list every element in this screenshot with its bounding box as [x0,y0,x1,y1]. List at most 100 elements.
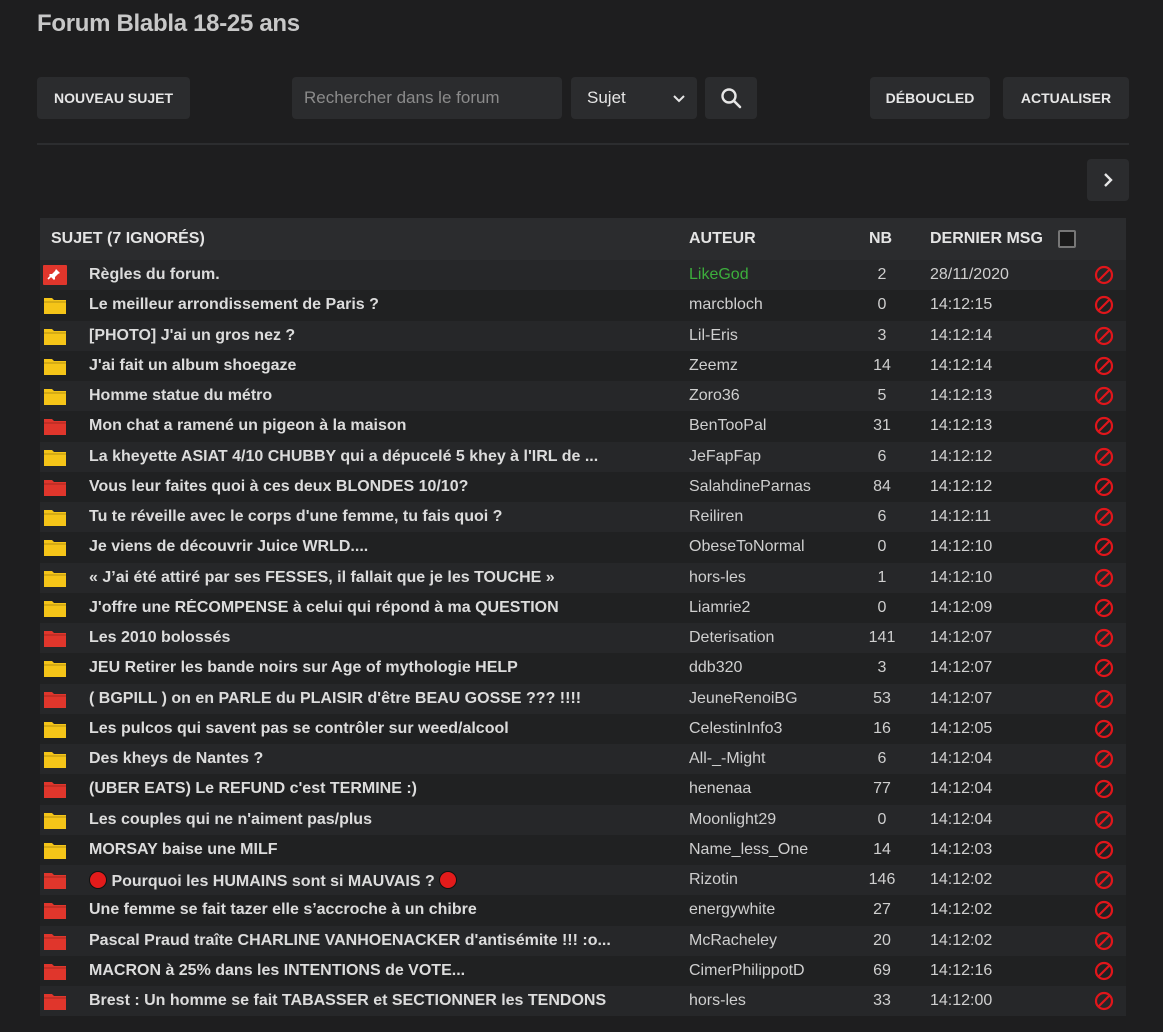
table-row[interactable]: Pascal Praud traîte CHARLINE VANHOENACKE… [40,925,1126,956]
topic-title-link[interactable]: Tu te réveille avec le corps d'une femme… [89,508,659,526]
table-row[interactable]: Une femme se fait tazer elle s’accroche … [40,895,1126,926]
topic-last-message[interactable]: 14:12:13 [930,417,992,435]
search-scope-select[interactable]: Sujet [571,77,697,119]
topic-title-link[interactable]: Le meilleur arrondissement de Paris ? [89,296,659,314]
topic-author[interactable]: BenTooPal [689,417,766,435]
table-row[interactable]: La kheyette ASIAT 4/10 CHUBBY qui a dépu… [40,441,1126,472]
topic-last-message[interactable]: 14:12:02 [930,932,992,950]
topic-last-message[interactable]: 14:12:02 [930,871,992,889]
topic-title-link[interactable]: Mon chat a ramené un pigeon à la maison [89,417,659,435]
topic-last-message[interactable]: 14:12:07 [930,690,992,708]
topic-title-link[interactable]: Une femme se fait tazer elle s’accroche … [89,901,659,919]
table-row[interactable]: Le meilleur arrondissement de Paris ? mar… [40,290,1126,321]
block-icon[interactable] [1094,749,1114,769]
table-row[interactable]: Brest : Un homme se fait TABASSER et SEC… [40,986,1126,1017]
topic-title-link[interactable]: Brest : Un homme se fait TABASSER et SEC… [89,992,659,1010]
search-button[interactable] [705,77,757,119]
topic-last-message[interactable]: 14:12:00 [930,992,992,1010]
next-page-button[interactable] [1087,159,1129,201]
topic-author[interactable]: Reiliren [689,508,743,526]
topic-last-message[interactable]: 14:12:04 [930,750,992,768]
topic-author[interactable]: CelestinInfo3 [689,720,782,738]
topic-title-link[interactable]: MACRON à 25% dans les INTENTIONS de VOTE… [89,962,659,980]
block-icon[interactable] [1094,537,1114,557]
table-row[interactable]: Je viens de découvrir Juice WRLD.... Obes… [40,532,1126,563]
block-icon[interactable] [1094,689,1114,709]
block-icon[interactable] [1094,598,1114,618]
block-icon[interactable] [1094,840,1114,860]
topic-author[interactable]: Zeemz [689,357,738,375]
table-row[interactable]: ( BGPILL ) on en PARLE du PLAISIR d'être… [40,683,1126,714]
topic-last-message[interactable]: 14:12:09 [930,599,992,617]
block-icon[interactable] [1094,295,1114,315]
table-row[interactable]: Règles du forum. LikeGod 2 28/11/2020 [40,260,1126,291]
topic-title-link[interactable]: Vous leur faites quoi à ces deux BLONDES… [89,478,659,496]
topic-last-message[interactable]: 14:12:05 [930,720,992,738]
topic-author[interactable]: henenaa [689,780,751,798]
table-row[interactable]: Les couples qui ne n'aiment pas/plus Moon… [40,804,1126,835]
block-icon[interactable] [1094,719,1114,739]
topic-author[interactable]: energywhite [689,901,775,919]
topic-title-link[interactable]: Les pulcos qui savent pas se contrôler s… [89,720,659,738]
block-icon[interactable] [1094,265,1114,285]
topic-title-link[interactable]: Les 2010 bolossés [89,629,659,647]
table-row[interactable]: Pourquoi les HUMAINS sont si MAUVAIS ? R… [40,865,1126,896]
block-icon[interactable] [1094,386,1114,406]
topic-last-message[interactable]: 14:12:02 [930,901,992,919]
topic-last-message[interactable]: 14:12:14 [930,357,992,375]
topic-last-message[interactable]: 14:12:10 [930,538,992,556]
block-icon[interactable] [1094,991,1114,1011]
block-icon[interactable] [1094,507,1114,527]
topic-author[interactable]: SalahdineParnas [689,478,811,496]
block-icon[interactable] [1094,416,1114,436]
block-icon[interactable] [1094,356,1114,376]
refresh-button[interactable]: ACTUALISER [1003,77,1129,119]
topic-author[interactable]: McRacheley [689,932,777,950]
topic-author[interactable]: All-_-Might [689,750,765,768]
topic-author[interactable]: Moonlight29 [689,811,776,829]
topic-title-link[interactable]: J'ai fait un album shoegaze [89,357,659,375]
table-row[interactable]: Mon chat a ramené un pigeon à la maison B… [40,411,1126,442]
topic-title-link[interactable]: Les couples qui ne n'aiment pas/plus [89,811,659,829]
table-row[interactable]: (UBER EATS) Le REFUND c'est TERMINE :) he… [40,774,1126,805]
topic-author[interactable]: JeFapFap [689,448,761,466]
block-icon[interactable] [1094,326,1114,346]
table-row[interactable]: J'offre une RÉCOMPENSE à celui qui répon… [40,592,1126,623]
topic-title-link[interactable]: (UBER EATS) Le REFUND c'est TERMINE :) [89,780,659,798]
topic-author[interactable]: Name_less_One [689,841,808,859]
table-row[interactable]: JEU Retirer les bande noirs sur Age of m… [40,653,1126,684]
topic-title-link[interactable]: [PHOTO] J'ai un gros nez ? [89,327,659,345]
block-icon[interactable] [1094,628,1114,648]
topic-title-link[interactable]: J'offre une RÉCOMPENSE à celui qui répon… [89,599,659,617]
topic-last-message[interactable]: 14:12:04 [930,780,992,798]
topic-author[interactable]: LikeGod [689,266,749,284]
table-row[interactable]: Les 2010 bolossés Deterisation 141 14:12:07 [40,623,1126,654]
topic-author[interactable]: Deterisation [689,629,774,647]
block-icon[interactable] [1094,931,1114,951]
search-input[interactable] [292,77,562,119]
topic-title-link[interactable]: « J’ai été attiré par ses FESSES, il fal… [89,569,659,587]
topic-author[interactable]: JeuneRenoiBG [689,690,798,708]
topic-title-link[interactable]: Homme statue du métro [89,387,659,405]
block-icon[interactable] [1094,568,1114,588]
block-icon[interactable] [1094,779,1114,799]
topic-author[interactable]: Lil-Eris [689,327,738,345]
table-row[interactable]: Homme statue du métro Zoro36 5 14:12:13 [40,381,1126,412]
topic-title-link[interactable]: Règles du forum. [89,266,659,284]
topic-author[interactable]: hors-les [689,569,746,587]
table-row[interactable]: MACRON à 25% dans les INTENTIONS de VOTE… [40,955,1126,986]
topic-last-message[interactable]: 14:12:14 [930,327,992,345]
topic-last-message[interactable]: 14:12:15 [930,296,992,314]
topic-last-message[interactable]: 14:12:03 [930,841,992,859]
table-row[interactable]: J'ai fait un album shoegaze Zeemz 14 14:12:… [40,350,1126,381]
topic-author[interactable]: CimerPhilippotD [689,962,805,980]
block-icon[interactable] [1094,477,1114,497]
topic-last-message[interactable]: 14:12:16 [930,962,992,980]
topic-author[interactable]: marcbloch [689,296,763,314]
topic-last-message[interactable]: 14:12:13 [930,387,992,405]
header-subject[interactable]: SUJET (7 IGNORÉS) [51,230,205,248]
block-icon[interactable] [1094,961,1114,981]
table-row[interactable]: Vous leur faites quoi à ces deux BLONDES… [40,471,1126,502]
table-row[interactable]: « J’ai été attiré par ses FESSES, il fal… [40,562,1126,593]
topic-last-message[interactable]: 28/11/2020 [930,266,1009,284]
